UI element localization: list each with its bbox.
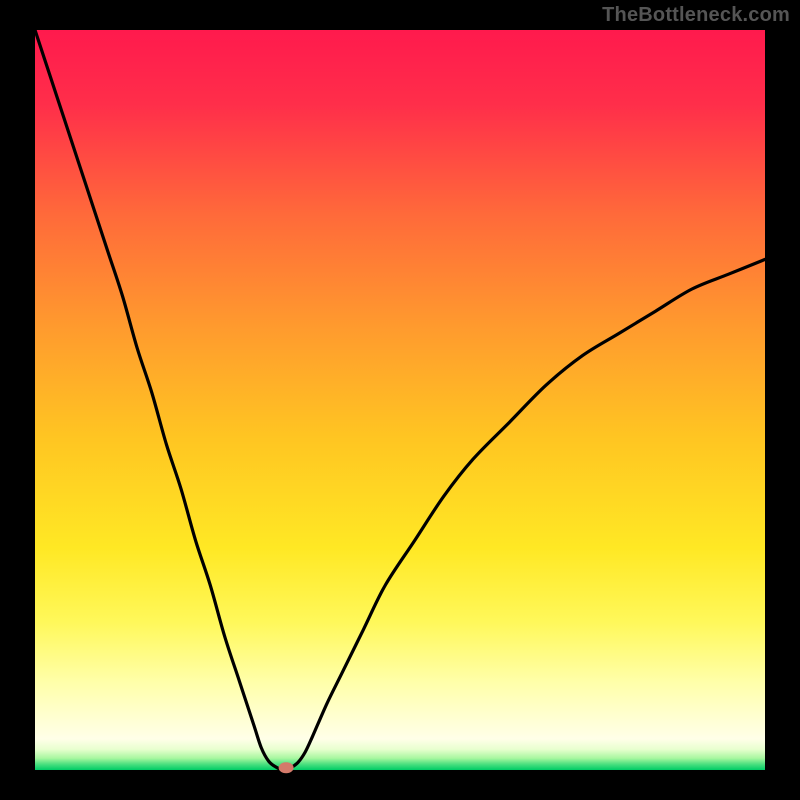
plot-area <box>35 30 765 770</box>
optimum-marker <box>279 762 294 773</box>
bottleneck-chart: TheBottleneck.com <box>0 0 800 800</box>
watermark-text: TheBottleneck.com <box>602 4 790 27</box>
chart-canvas <box>0 0 800 800</box>
